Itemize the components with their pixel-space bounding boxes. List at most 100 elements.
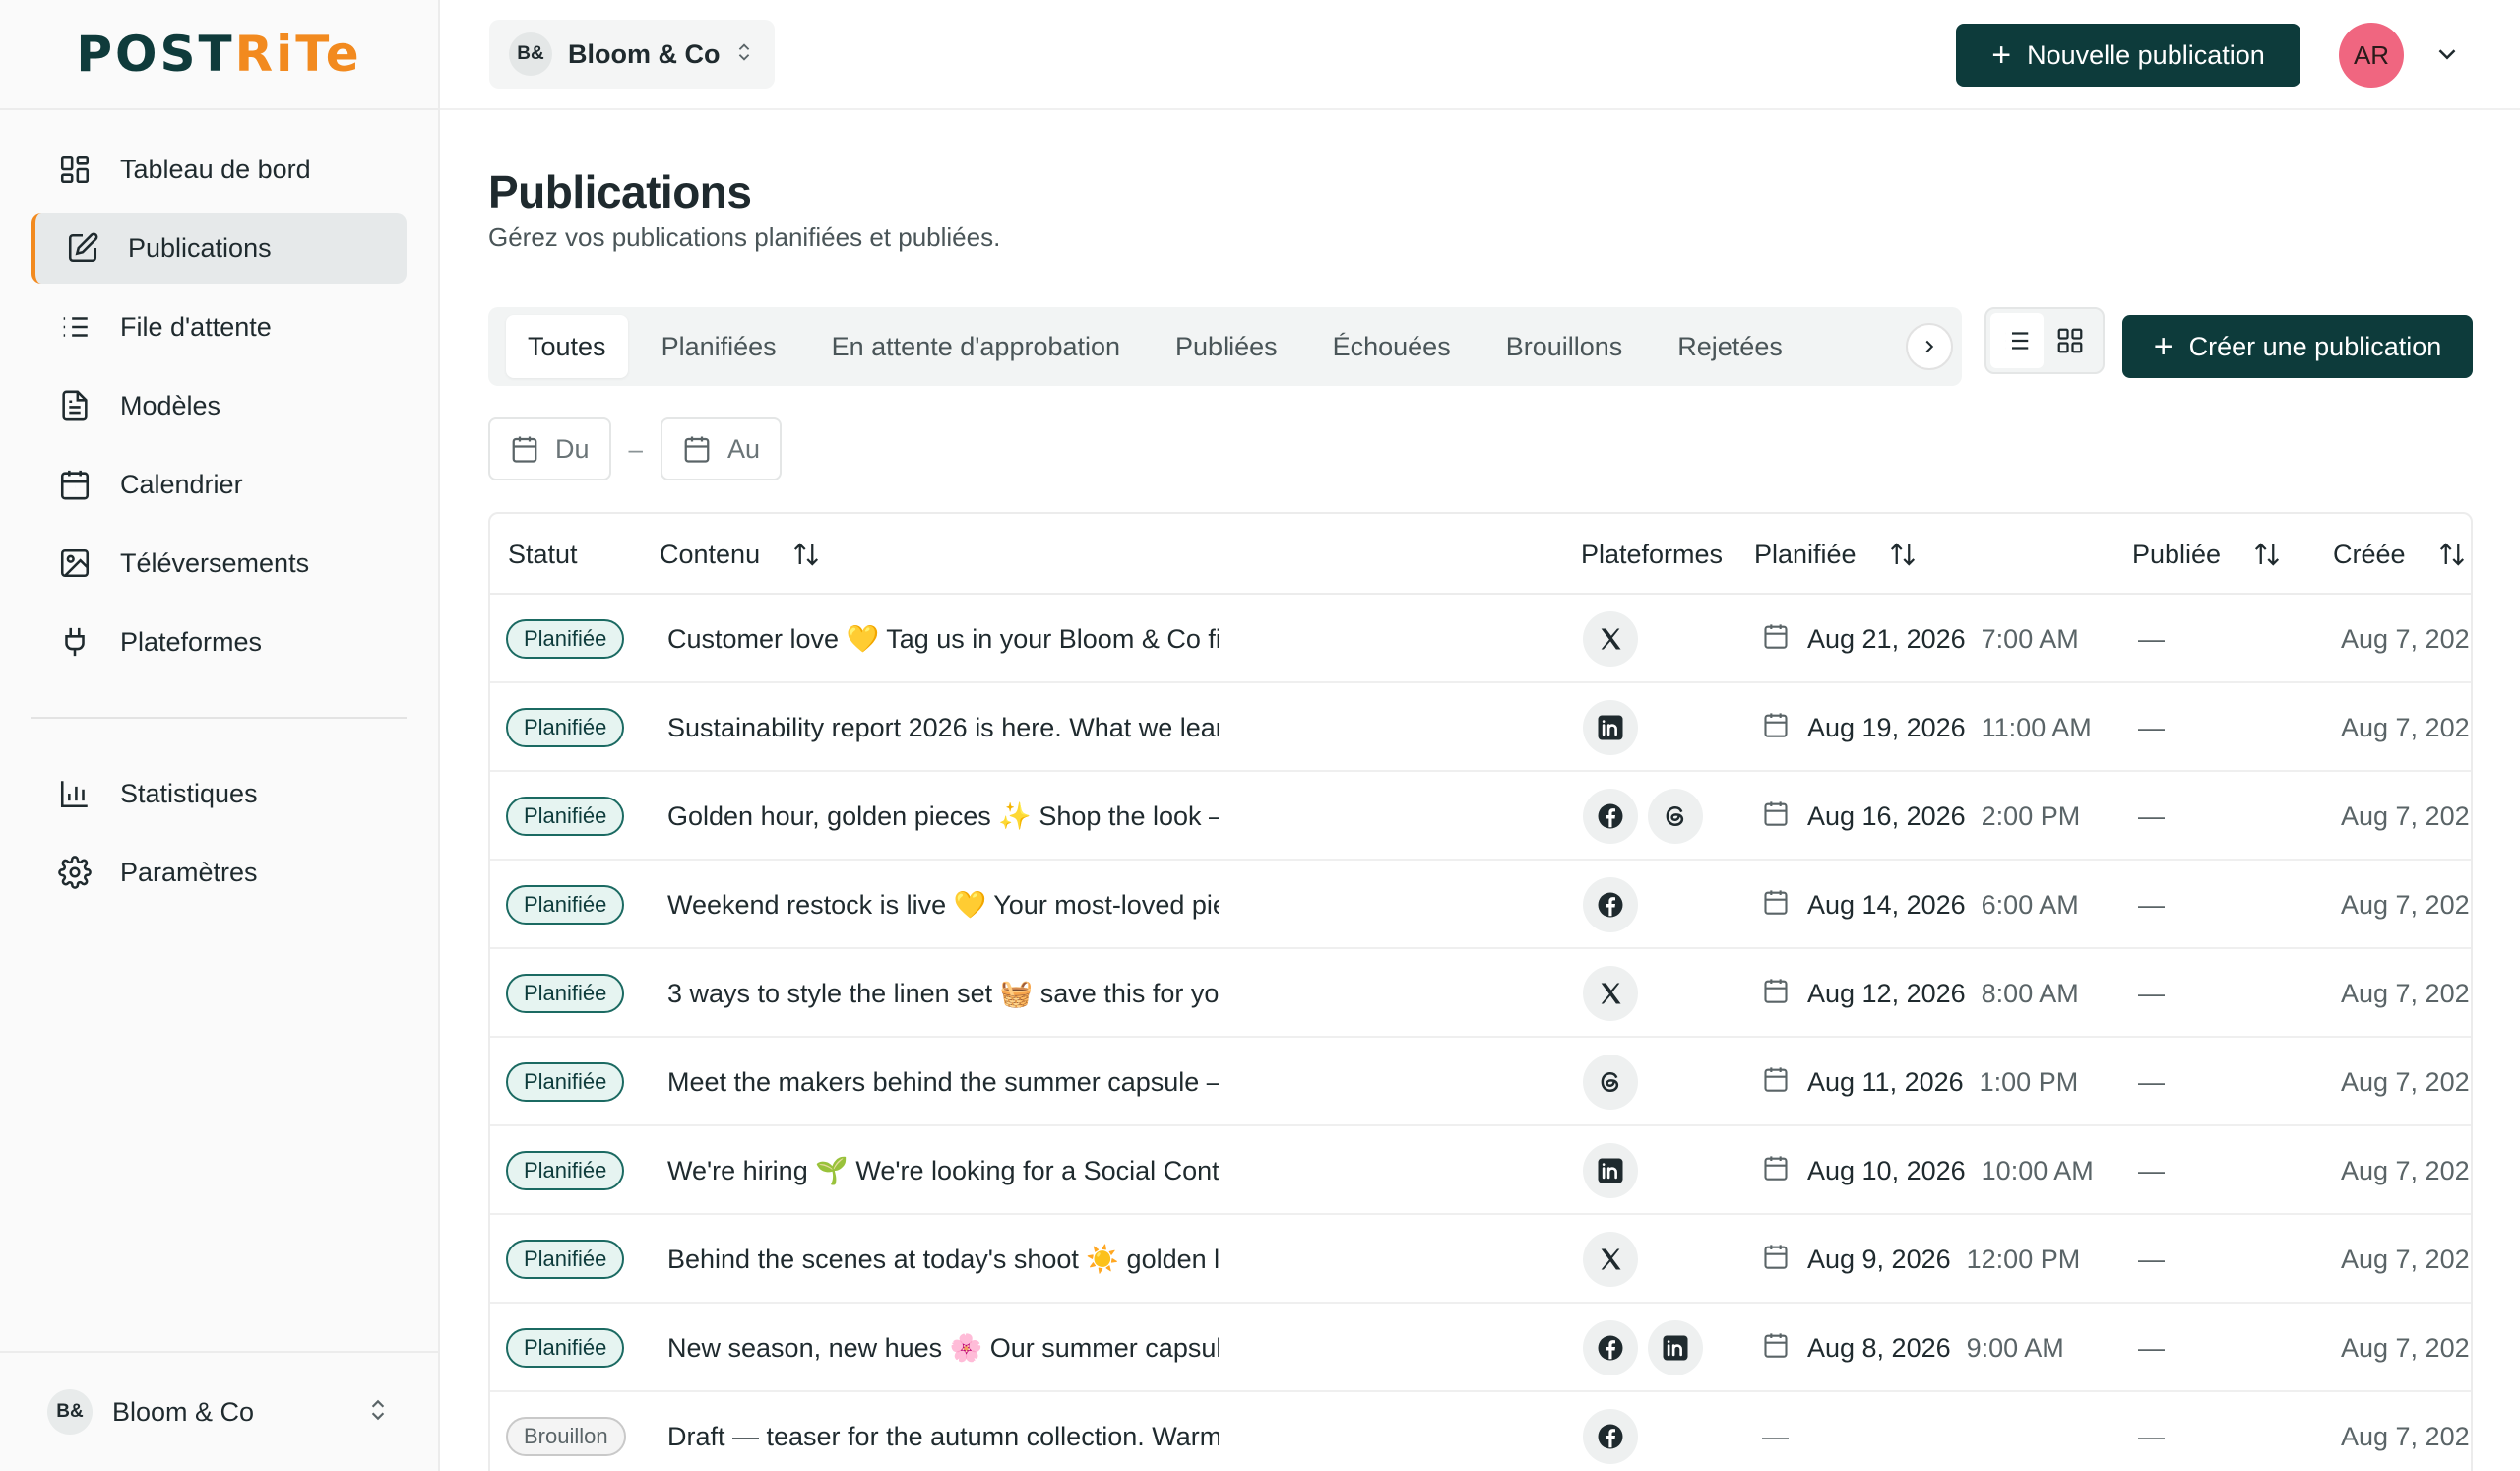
sidebar-item-statistics[interactable]: Statistiques	[32, 758, 407, 829]
calendar-icon	[1764, 1332, 1788, 1358]
table-row[interactable]: Planifiée Golden hour, golden pieces ✨ Sh…	[490, 772, 2471, 861]
table-row[interactable]: Planifiée Behind the scenes at today's sh…	[490, 1215, 2471, 1304]
sidebar-item-label: Paramètres	[120, 857, 258, 887]
calendar-icon	[1764, 623, 1788, 649]
scheduled-time: 6:00 AM	[1981, 889, 2079, 920]
workspace-avatar: B&	[47, 1389, 93, 1435]
tab-rejected[interactable]: Rejetées	[1677, 315, 1783, 378]
scheduled-time: 8:00 AM	[1981, 978, 2079, 1008]
sidebar-item-dashboard[interactable]: Tableau de bord	[32, 134, 407, 205]
sidebar-item-calendar[interactable]: Calendrier	[32, 449, 407, 520]
status-tabs: Toutes Planifiées En attente d'approbati…	[488, 307, 1962, 386]
chevron-down-icon[interactable]	[2432, 39, 2464, 71]
logo[interactable]: POSTRiTe	[0, 0, 438, 110]
created-date: Aug 7, 2026	[2341, 978, 2473, 1008]
sidebar-nav: Tableau de bord Publications File d'atte…	[0, 110, 438, 908]
sidebar-item-queue[interactable]: File d'attente	[32, 291, 407, 362]
workspace-switcher-footer[interactable]: B& Bloom & Co	[0, 1351, 438, 1471]
created-date: Aug 7, 2026	[2341, 1332, 2473, 1363]
sort-icon	[794, 543, 819, 566]
sidebar-item-uploads[interactable]: Téléversements	[32, 528, 407, 599]
sidebar-item-templates[interactable]: Modèles	[32, 370, 407, 441]
table-row[interactable]: Planifiée 3 ways to style the linen set 🧺…	[490, 949, 2471, 1038]
list-view-button[interactable]	[1990, 313, 2044, 368]
sidebar-item-platforms[interactable]: Plateformes	[32, 607, 407, 677]
status-badge: Planifiée	[506, 885, 625, 925]
grid-view-button[interactable]	[2044, 313, 2097, 368]
table-body: Planifiée Customer love 💛 Tag us in your …	[490, 595, 2471, 1471]
table-row[interactable]: Planifiée Sustainability report 2026 is h…	[490, 683, 2471, 772]
status-badge: Planifiée	[506, 974, 625, 1013]
scheduled-time: 11:00 AM	[1981, 712, 2092, 742]
column-scheduled[interactable]: Planifiée	[1754, 514, 1918, 595]
calendar-icon	[1762, 1065, 1790, 1100]
created-date: Aug 7, 2026	[2341, 712, 2473, 742]
chart-icon	[55, 774, 94, 813]
sidebar-item-publications[interactable]: Publications	[32, 213, 407, 284]
tab-drafts[interactable]: Brouillons	[1506, 315, 1623, 378]
table-row[interactable]: Brouillon Draft — teaser for the autumn c…	[490, 1392, 2471, 1471]
published-value: —	[2138, 1421, 2165, 1451]
template-icon	[55, 386, 94, 425]
tab-failed[interactable]: Échouées	[1333, 315, 1451, 378]
date-from-button[interactable]: Du	[488, 417, 611, 480]
edit-icon	[63, 228, 102, 268]
view-toggle	[1984, 307, 2105, 374]
scheduled-date: Aug 10, 2026	[1807, 1155, 1966, 1185]
published-value: —	[2138, 1155, 2165, 1185]
table-row[interactable]: Planifiée Weekend restock is live 💛 Your …	[490, 861, 2471, 949]
calendar-icon	[684, 436, 710, 463]
chevron-right-icon	[1925, 340, 1934, 353]
column-content[interactable]: Contenu	[660, 514, 821, 595]
chevron-updown-icon	[733, 41, 755, 68]
platform-facebook	[1583, 1320, 1638, 1375]
table-row[interactable]: Planifiée Meet the makers behind the summ…	[490, 1038, 2471, 1126]
table-row[interactable]: Planifiée New season, new hues 🌸 Our summ…	[490, 1304, 2471, 1392]
tab-pending-approval[interactable]: En attente d'approbation	[832, 315, 1120, 378]
post-content: Golden hour, golden pieces ✨ Shop the lo…	[667, 801, 1219, 831]
tab-all[interactable]: Toutes	[506, 315, 628, 378]
calendar-icon	[1762, 1154, 1790, 1188]
calendar-icon	[1762, 888, 1790, 923]
tab-published[interactable]: Publiées	[1175, 315, 1278, 378]
threads-icon	[1601, 1071, 1619, 1093]
calendar-icon	[1762, 1243, 1790, 1277]
date-to-button[interactable]: Au	[660, 417, 783, 480]
status-badge: Planifiée	[506, 1328, 625, 1368]
create-publication-button[interactable]: + Créer une publication	[2122, 315, 2473, 378]
sort-icon	[1890, 543, 1915, 566]
status-badge: Planifiée	[506, 1240, 625, 1279]
column-created[interactable]: Créée	[2333, 514, 2467, 595]
created-date: Aug 7, 2026	[2341, 800, 2473, 831]
published-value: —	[2138, 800, 2165, 831]
scheduled-time: 7:00 AM	[1981, 623, 2079, 654]
facebook-icon	[1598, 803, 1623, 829]
sidebar-item-settings[interactable]: Paramètres	[32, 837, 407, 908]
platform-linkedin	[1648, 1320, 1703, 1375]
page-title: Publications	[488, 166, 752, 218]
workspace-switcher[interactable]: B& Bloom & Co	[489, 20, 775, 89]
table-row[interactable]: Planifiée Customer love 💛 Tag us in your …	[490, 595, 2471, 683]
post-content: Weekend restock is live 💛 Your most-love…	[667, 890, 1219, 920]
calendar-icon	[1764, 800, 1788, 826]
scheduled-date: Aug 19, 2026	[1807, 712, 1966, 742]
published-value: —	[2138, 1066, 2165, 1097]
plus-icon: +	[2153, 327, 2174, 365]
calendar-icon	[1762, 799, 1790, 834]
status-badge: Planifiée	[506, 1151, 625, 1190]
calendar-icon	[512, 436, 537, 463]
workspace-avatar: B&	[509, 32, 552, 76]
tabs-scroll-right-button[interactable]	[1906, 323, 1953, 370]
threads-icon	[1666, 805, 1684, 827]
scheduled-date: Aug 21, 2026	[1807, 623, 1966, 654]
published-value: —	[2138, 712, 2165, 742]
scheduled-time: 1:00 PM	[1979, 1066, 2079, 1097]
new-publication-button[interactable]: + Nouvelle publication	[1956, 24, 2300, 87]
platform-threads	[1648, 789, 1703, 844]
platform-threads	[1583, 1055, 1638, 1110]
user-avatar[interactable]: AR	[2339, 23, 2404, 88]
table-row[interactable]: Planifiée We're hiring 🌱 We're looking fo…	[490, 1126, 2471, 1215]
column-published[interactable]: Publiée	[2132, 514, 2282, 595]
tab-scheduled[interactable]: Planifiées	[662, 315, 777, 378]
published-value: —	[2138, 978, 2165, 1008]
